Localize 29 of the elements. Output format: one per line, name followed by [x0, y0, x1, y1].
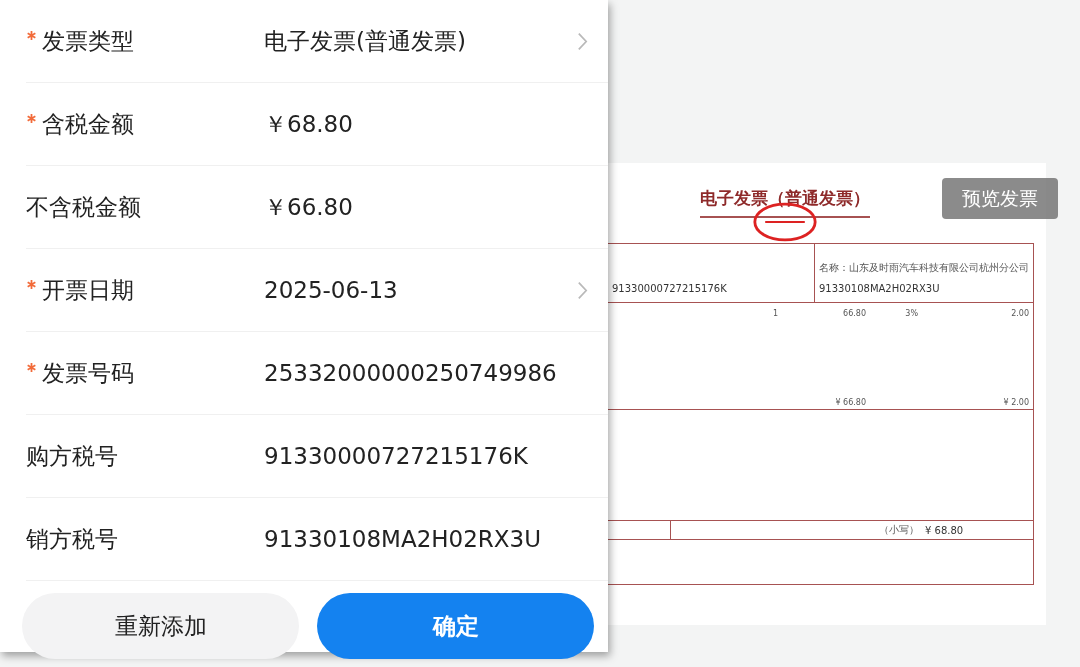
- field-value: 91330000727215176K: [264, 443, 529, 469]
- field-label: 销方税号: [26, 524, 118, 554]
- amount-text: 66.80: [842, 309, 866, 318]
- field-label: 购方税号: [26, 441, 118, 471]
- field-value: ￥66.80: [264, 192, 354, 222]
- quantity-text: 1: [771, 309, 778, 318]
- subtotal-tax: ¥ 2.00: [1002, 398, 1030, 407]
- seller-tax-id: 91330108MA2H02RX3U: [819, 283, 941, 294]
- buyer-tax-id: 91330000727215176K: [612, 283, 728, 294]
- subtotal-amount: ¥ 66.80: [834, 398, 866, 407]
- tax-text: 2.00: [1010, 309, 1030, 318]
- field-value: 2025-06-13: [264, 277, 399, 303]
- field-label: 不含税金额: [26, 192, 141, 222]
- field-label: 含税金额: [42, 109, 134, 139]
- total-label: （小写）: [879, 523, 919, 537]
- field-label: 开票日期: [42, 275, 134, 305]
- field-value: ￥68.80: [264, 109, 354, 139]
- field-label: 发票类型: [42, 26, 134, 56]
- field-label: 发票号码: [42, 358, 134, 388]
- chevron-right-icon[interactable]: [577, 31, 588, 51]
- seller-name: 名称：山东及时雨汽车科技有限公司杭州分公司: [819, 261, 1029, 275]
- field-value: 电子发票(普通发票): [264, 26, 467, 56]
- chevron-right-icon[interactable]: [577, 280, 588, 300]
- confirm-button[interactable]: 确定: [317, 593, 594, 659]
- field-value: 25332000000250749986: [264, 360, 558, 386]
- field-value: 91330108MA2H02RX3U: [264, 526, 543, 552]
- preview-invoice-button[interactable]: 预览发票: [942, 178, 1058, 219]
- tax-rate-text: 3%: [904, 309, 918, 318]
- total-amount: ¥ 68.80: [925, 524, 964, 536]
